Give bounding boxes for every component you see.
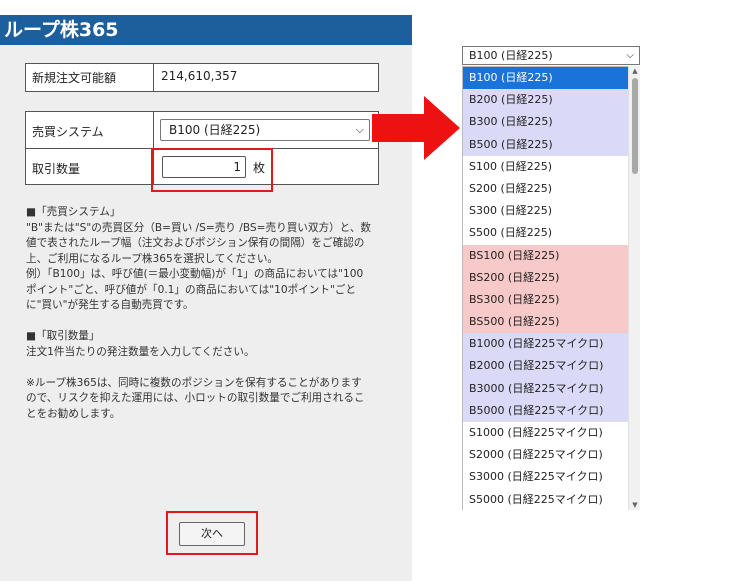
trade-system-example: 例）「B100」は、呼び値(＝最小変動幅)が「1」の商品においては"100ポイン… [26,268,364,311]
trade-system-explanation: "B"または"S"の売買区分（B=買い /S=売り /BS=売り買い双方）と、数… [26,221,372,265]
trade-system-value: B100 (日経225) [169,123,261,137]
available-amount-value: 214,610,357 [161,69,238,83]
trade-system-heading: ■「売買システム」 [26,206,121,218]
order-panel: ループ株365 新規注文可能額 214,610,357 売買システム B100 … [0,15,412,581]
dropdown-option[interactable]: S100 (日経225) [463,155,628,178]
dropdown-option[interactable]: S3000 (日経225マイクロ) [463,466,628,489]
dropdown-option[interactable]: BS300 (日経225) [463,288,628,312]
trade-system-dropdown[interactable]: B100 (日経225) ⌵ [462,46,640,65]
quantity-unit: 枚 [253,161,266,175]
dropdown-option[interactable]: BS100 (日経225) [463,244,628,267]
trade-system-label: 売買システム [32,125,104,139]
dropdown-option[interactable]: S200 (日経225) [463,177,628,201]
dropdown-option[interactable]: B1000 (日経225マイクロ) [463,333,628,356]
quantity-input[interactable]: 1 [162,156,246,178]
dropdown-option[interactable]: B200 (日経225) [463,89,628,112]
instructions-text: ■「売買システム」 "B"または"S"の売買区分（B=買い /S=売り /BS=… [26,205,371,422]
dropdown-option[interactable]: S2000 (日経225マイクロ) [463,444,628,467]
quantity-label: 取引数量 [32,162,81,176]
quantity-heading: ■「取引数量」 [26,330,100,342]
dropdown-option[interactable]: S5000 (日経225マイクロ) [463,488,628,511]
dropdown-option[interactable]: BS500 (日経225) [463,311,628,334]
dropdown-option[interactable]: S1000 (日経225マイクロ) [463,422,628,445]
dropdown-selected-value: B100 (日経225) [469,49,553,62]
dropdown-option[interactable]: BS200 (日経225) [463,266,628,289]
dropdown-scrollbar[interactable]: ▲ ▼ [628,66,640,510]
dropdown-option[interactable]: B5000 (日経225マイクロ) [463,399,628,422]
dropdown-option[interactable]: B2000 (日経225マイクロ) [463,355,628,378]
page-title: ループ株365 [0,15,412,45]
risk-note: ※ループ株365は、同時に複数のポジションを保有することがありますので、リスクを… [26,376,365,420]
scrollbar-thumb[interactable] [632,78,638,174]
chevron-down-icon: ⌵ [355,123,364,136]
dropdown-option[interactable]: S500 (日経225) [463,222,628,245]
scroll-down-icon[interactable]: ▼ [629,501,641,509]
dropdown-option[interactable]: B300 (日経225) [463,111,628,134]
quantity-explanation: 注文1件当たりの発注数量を入力してください。 [26,345,255,358]
amount-divider [153,63,154,92]
dropdown-option[interactable]: B500 (日経225) [463,133,628,156]
chevron-down-icon: ⌵ [626,50,634,61]
trade-system-select[interactable]: B100 (日経225) ⌵ [160,119,370,141]
scroll-up-icon[interactable]: ▲ [629,67,641,75]
dropdown-option[interactable]: B100 (日経225) [463,67,628,90]
dropdown-option[interactable]: B3000 (日経225マイクロ) [463,377,628,400]
right-arrow-icon [372,96,460,160]
next-button[interactable]: 次へ [179,522,245,546]
available-amount-label: 新規注文可能額 [32,71,117,85]
dropdown-option[interactable]: S300 (日経225) [463,200,628,223]
dropdown-options-list: B100 (日経225) B200 (日経225) B300 (日経225) B… [462,66,628,511]
